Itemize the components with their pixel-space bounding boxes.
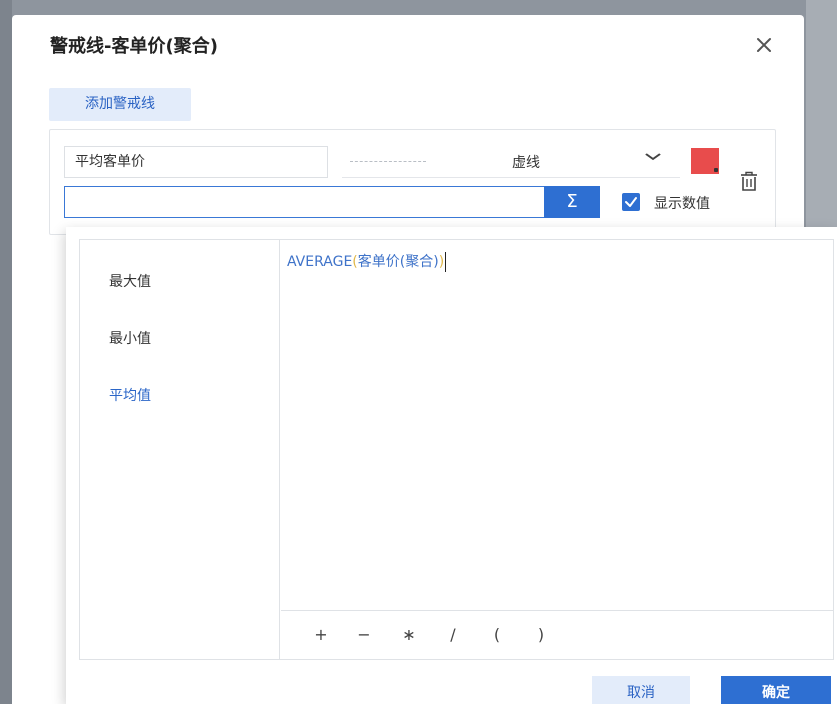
formula-input[interactable] [64,186,546,218]
function-item-max[interactable]: 最大值 [109,272,151,292]
warning-line-name-input[interactable]: 平均客单价 [64,146,328,178]
backdrop [0,0,12,704]
close-icon[interactable] [750,31,778,59]
operator-minus-button[interactable]: − [354,623,374,647]
line-style-select[interactable]: 虚线 [342,146,680,178]
show-value-checkbox[interactable] [622,193,640,211]
trash-icon[interactable] [738,170,760,194]
add-warning-line-button[interactable]: 添加警戒线 [49,88,191,121]
line-style-label: 虚线 [512,155,540,171]
confirm-button[interactable]: 确定 [721,676,831,704]
expression-field: 客单价(聚合) [357,254,439,270]
expression-text: AVERAGE(客单价(聚合)) [287,252,447,272]
expression-function: AVERAGE [287,254,353,270]
operator-bar: + − ∗ / ( ) [281,610,833,659]
function-picker-panel: 最大值 最小值 平均值 AVERAGE(客单价(聚合)) + − ∗ / ( ) [79,239,834,660]
formula-sigma-button[interactable]: Σ [544,186,600,218]
show-value-label: 显示数值 [654,196,710,212]
operator-close-paren-button[interactable]: ) [531,623,551,647]
chevron-down-icon [643,150,663,168]
function-item-min[interactable]: 最小值 [109,329,151,349]
dashed-line-preview [350,161,426,162]
dialog-title: 警戒线-客单价(聚合) [50,36,218,57]
operator-multiply-button[interactable]: ∗ [399,623,419,647]
backdrop-right [806,0,837,230]
function-list: 最大值 最小值 平均值 [80,240,280,659]
operator-divide-button[interactable]: / [443,623,463,647]
color-picker-indicator [714,168,718,172]
warning-line-row: 平均客单价 虚线 Σ 显示数值 [49,129,776,235]
operator-plus-button[interactable]: + [311,623,331,647]
text-caret [445,252,447,272]
function-picker-popup: 最大值 最小值 平均值 AVERAGE(客单价(聚合)) + − ∗ / ( )… [66,227,837,704]
function-item-average[interactable]: 平均值 [109,386,151,406]
cancel-button[interactable]: 取消 [592,676,690,704]
operator-open-paren-button[interactable]: ( [487,623,507,647]
expression-editor[interactable]: AVERAGE(客单价(聚合)) [281,240,833,610]
expression-close-paren: ) [438,254,445,270]
